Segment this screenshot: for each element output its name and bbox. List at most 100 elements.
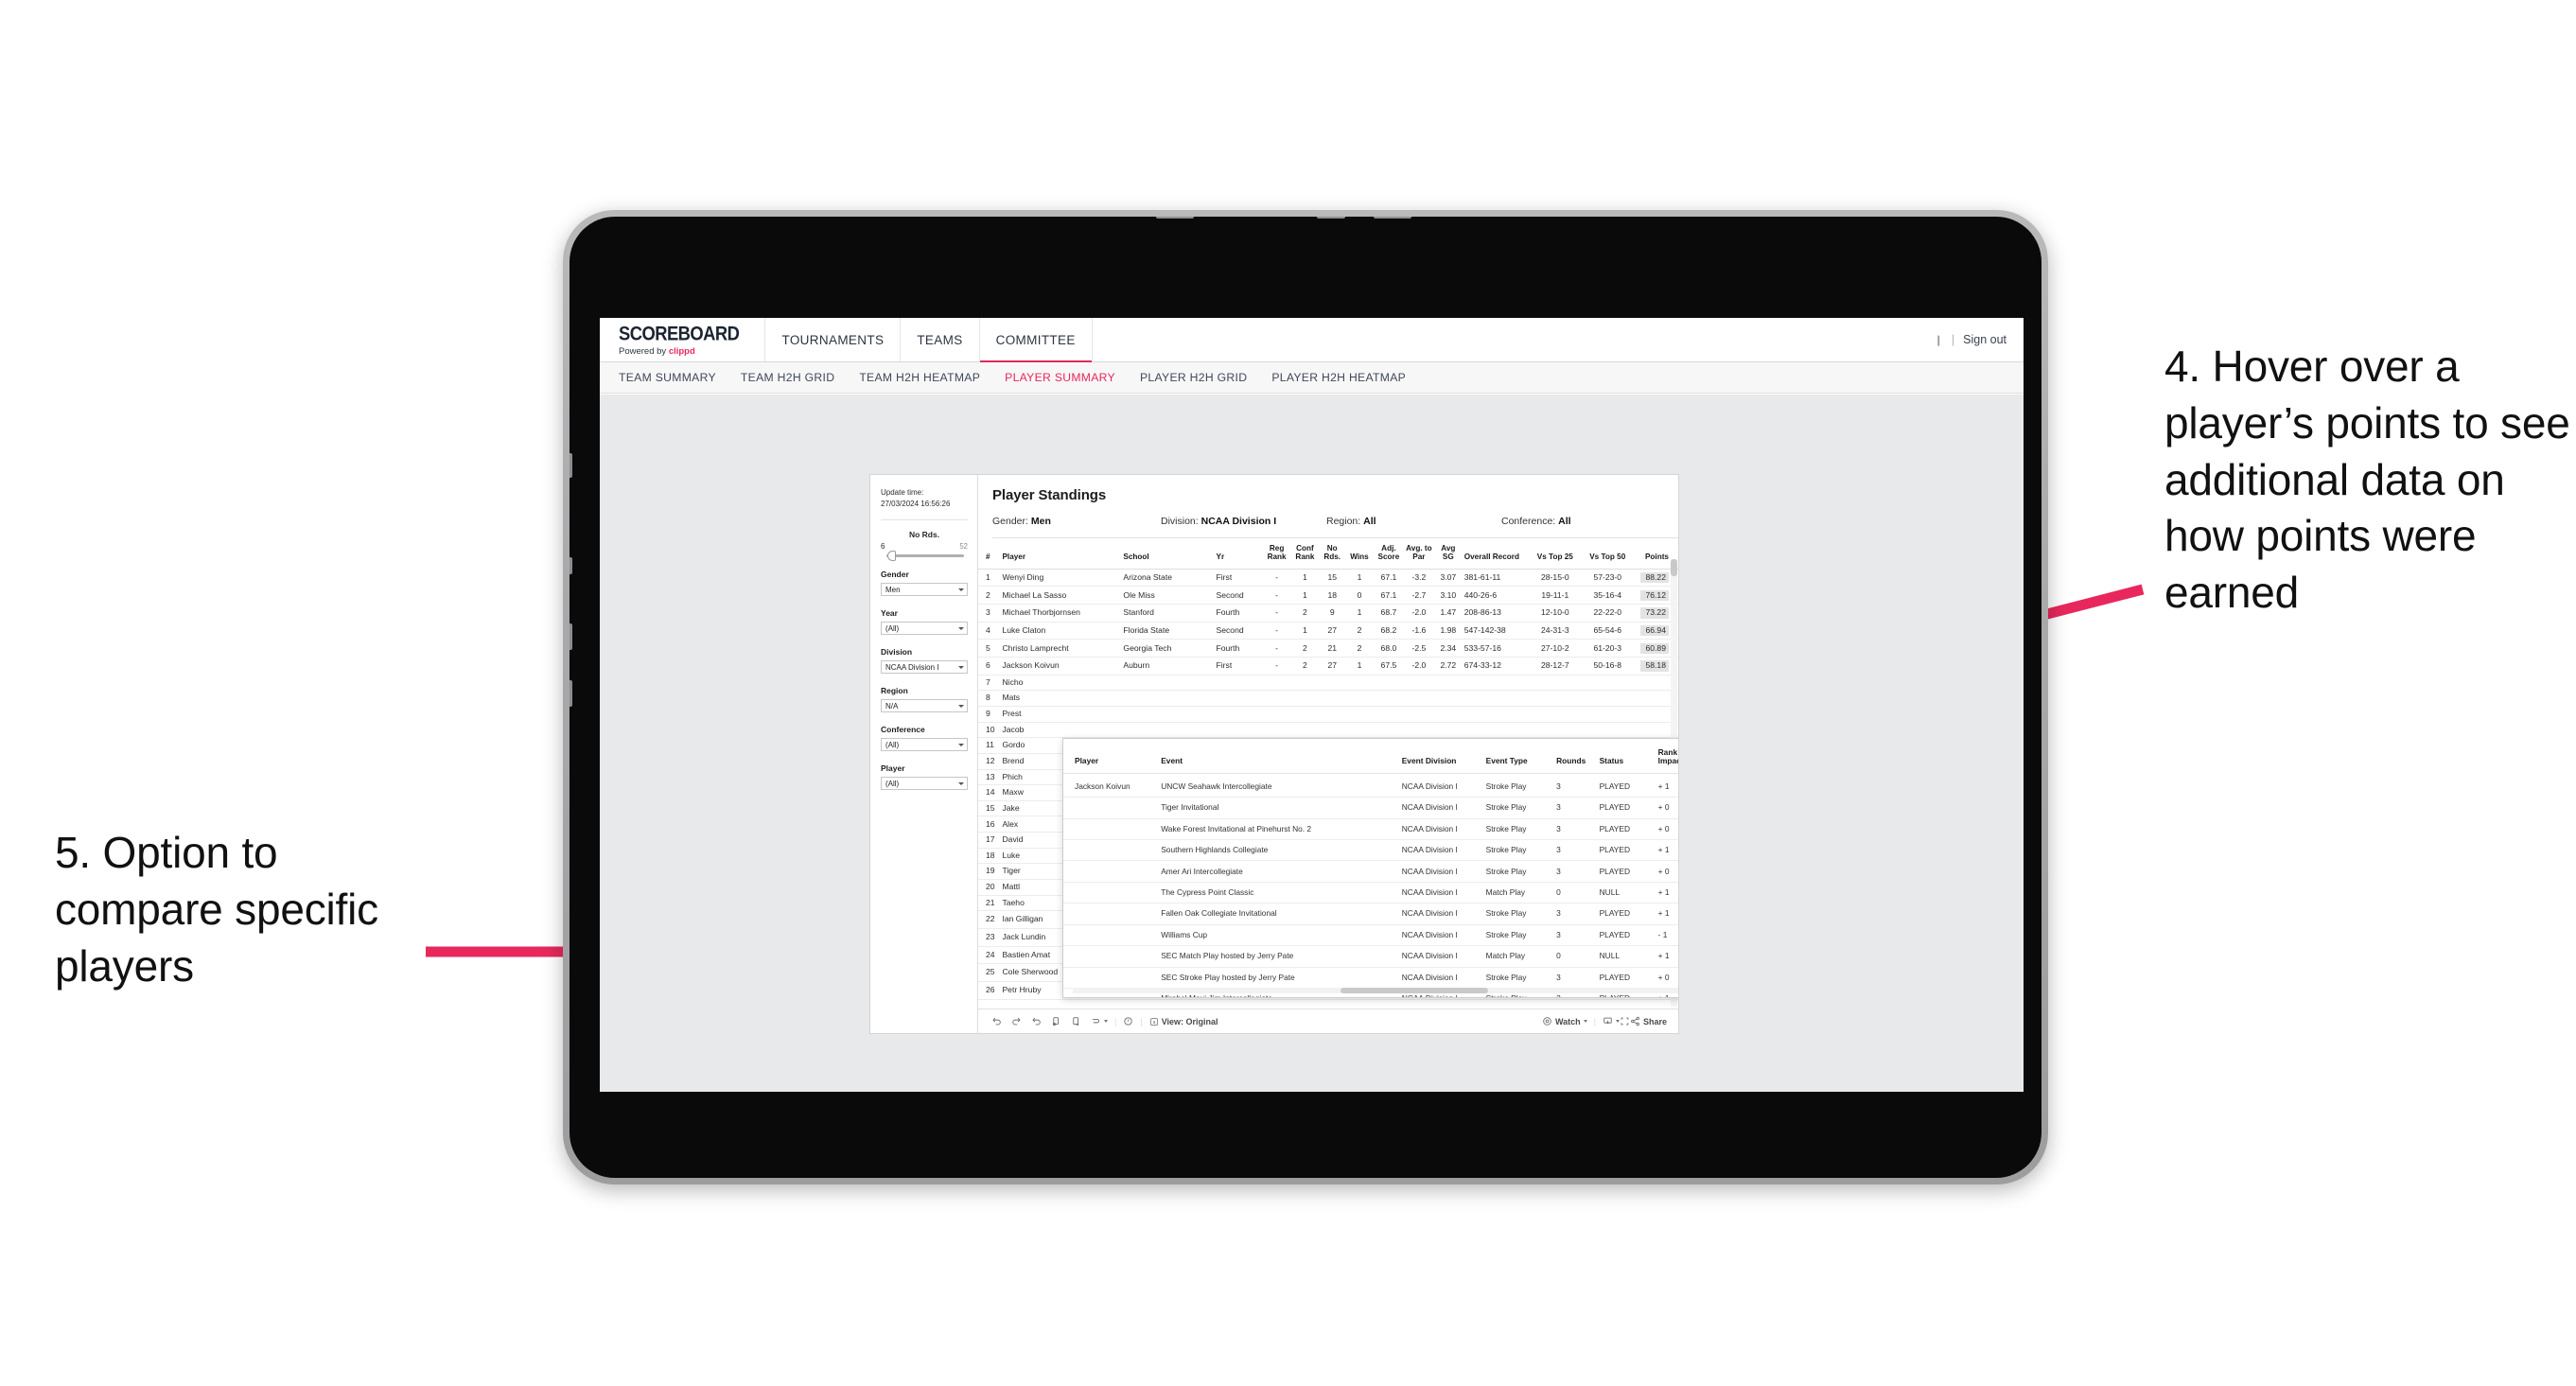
col-vs-top-50[interactable]: Vs Top 50 xyxy=(1581,538,1634,570)
tab-player-h2h-grid[interactable]: PLAYER H2H GRID xyxy=(1140,371,1247,384)
table-row[interactable]: 4 Luke Claton Florida State Second -1 27 2 68.2… xyxy=(978,622,1678,640)
col-school[interactable]: School xyxy=(1121,538,1215,570)
nav-item-teams[interactable]: TEAMS xyxy=(901,318,980,361)
cell-rank: 21 xyxy=(978,895,1001,912)
revert-icon[interactable] xyxy=(1031,1016,1042,1026)
filter-value-year: (All) xyxy=(885,623,900,633)
tip-cell-status: PLAYED xyxy=(1597,839,1656,862)
cell-no-rounds: 9 xyxy=(1319,604,1346,623)
tip-cell-rounds: 3 xyxy=(1554,773,1598,798)
col-avg-sg[interactable]: Avg SG xyxy=(1433,538,1463,570)
slider-track[interactable] xyxy=(886,551,964,562)
tab-team-h2h-heatmap[interactable]: TEAM H2H HEATMAP xyxy=(859,371,980,384)
tip-cell-impact: - 1 xyxy=(1656,924,1678,947)
fullscreen-button[interactable] xyxy=(1620,1016,1630,1026)
filter-select-region[interactable]: N/A xyxy=(881,699,968,713)
tip-cell-status: PLAYED xyxy=(1597,903,1656,925)
tab-player-summary[interactable]: PLAYER SUMMARY xyxy=(1005,371,1115,384)
points-value: 88.22 xyxy=(1640,571,1669,584)
table-row[interactable]: 6 Jackson Koivun Auburn First -2 27 1 67.5 -2.0 2… xyxy=(978,657,1678,675)
tab-player-h2h-heatmap[interactable]: PLAYER H2H HEATMAP xyxy=(1271,371,1406,384)
table-row[interactable]: 5 Christo Lamprecht Georgia Tech Fourth -2 21… xyxy=(978,639,1678,658)
tip-cell-type: Stroke Play xyxy=(1483,818,1555,840)
tip-col-event-type: Event Type xyxy=(1483,748,1555,774)
tip-cell-status: PLAYED xyxy=(1597,860,1656,883)
tip-cell-rounds: 0 xyxy=(1554,945,1598,968)
col-reg-rank[interactable]: Reg Rank xyxy=(1262,538,1291,570)
tip-cell-event: Tiger Invitational xyxy=(1155,797,1400,819)
tab-team-summary[interactable]: TEAM SUMMARY xyxy=(619,371,716,384)
refresh-icon[interactable] xyxy=(1051,1016,1061,1026)
tip-cell-player-blank xyxy=(1063,945,1156,968)
alert-icon[interactable] xyxy=(1123,1016,1133,1026)
svg-text:a: a xyxy=(1152,1019,1155,1025)
cell-player: Wenyi Ding xyxy=(1000,569,1122,588)
cell-avg-to-par: -1.6 xyxy=(1403,622,1434,640)
col-overall-record[interactable]: Overall Record xyxy=(1462,538,1530,570)
table-row[interactable]: 1 Wenyi Ding Arizona State First -1 15 1 67.1 -3… xyxy=(978,569,1678,588)
sign-out-link[interactable]: Sign out xyxy=(1963,333,2006,346)
share-button[interactable]: Share xyxy=(1630,1016,1667,1026)
scrollbar-thumb[interactable] xyxy=(1341,988,1488,993)
tooltip-row: SEC Match Play hosted by Jerry Pate NCAA … xyxy=(1063,945,1678,968)
undo-icon[interactable] xyxy=(991,1016,1002,1026)
filters-sidebar: Update time: 27/03/2024 16:56:26 No Rds.… xyxy=(870,475,978,1033)
filter-division: Division NCAA Division I xyxy=(881,647,968,675)
filter-select-gender[interactable]: Men xyxy=(881,583,968,597)
redo-icon[interactable] xyxy=(1011,1016,1022,1026)
cell-player: Michael Thorbjornsen xyxy=(1000,604,1122,623)
view-selector[interactable]: a View: Original xyxy=(1149,1017,1218,1026)
tip-cell-rounds: 3 xyxy=(1554,860,1598,883)
download-button[interactable] xyxy=(1603,1016,1620,1026)
filter-no-rounds-slider[interactable]: No Rds. 6 52 xyxy=(881,530,968,562)
table-header: # Player School Yr Reg Rank Conf Rank No… xyxy=(978,538,1678,570)
col-player[interactable]: Player xyxy=(1000,538,1122,570)
table-row[interactable]: 7 Nicho xyxy=(978,675,1678,692)
pause-updates-icon[interactable] xyxy=(1071,1016,1081,1026)
cell-rank: 3 xyxy=(978,604,1001,623)
col-rank[interactable]: # xyxy=(978,538,1001,570)
filter-value-region: N/A xyxy=(885,701,899,711)
points-value: 73.22 xyxy=(1640,607,1669,619)
filter-select-year[interactable]: (All) xyxy=(881,622,968,636)
col-conf-rank[interactable]: Conf Rank xyxy=(1290,538,1320,570)
filter-select-player[interactable]: (All) xyxy=(881,777,968,791)
cell-avg-sg: 3.07 xyxy=(1433,569,1463,588)
tip-cell-rounds: 3 xyxy=(1554,924,1598,947)
col-no-rounds[interactable]: No Rds. xyxy=(1319,538,1346,570)
scrollbar-thumb[interactable] xyxy=(1671,559,1677,576)
table-row[interactable]: 10 Jacob xyxy=(978,722,1678,739)
cell-rank: 6 xyxy=(978,657,1001,675)
app-logo[interactable]: SCOREBOARD Powered by clippd xyxy=(600,318,766,361)
col-vs-top-25[interactable]: Vs Top 25 xyxy=(1529,538,1582,570)
col-year[interactable]: Yr xyxy=(1214,538,1263,570)
tip-cell-event: Wake Forest Invitational at Pinehurst No… xyxy=(1155,818,1400,840)
table-row[interactable]: 2 Michael La Sasso Ole Miss Second -1 18 0 67.1… xyxy=(978,586,1678,605)
col-avg-to-par[interactable]: Avg. to Par xyxy=(1403,538,1434,570)
slider-thumb[interactable] xyxy=(887,551,896,562)
filter-player: Player (All) xyxy=(881,763,968,791)
custom-view-icon[interactable] xyxy=(1091,1016,1108,1026)
nav-item-tournaments[interactable]: TOURNAMENTS xyxy=(765,318,902,361)
nav-item-committee[interactable]: COMMITTEE xyxy=(979,318,1093,362)
col-wins[interactable]: Wins xyxy=(1345,538,1374,570)
col-adj-score[interactable]: Adj. Score xyxy=(1373,538,1404,570)
table-row[interactable]: 3 Michael Thorbjornsen Stanford Fourth -2 9 1 6… xyxy=(978,604,1678,623)
watch-button[interactable]: Watch xyxy=(1542,1016,1587,1026)
tab-team-h2h-grid[interactable]: TEAM H2H GRID xyxy=(741,371,834,384)
summary-conference-label: Conference: xyxy=(1501,516,1556,527)
cell-conf-rank: 1 xyxy=(1290,622,1320,640)
cell-vs-top-25: 27-10-2 xyxy=(1529,639,1582,658)
user-avatar-icon[interactable]: ❙ xyxy=(1935,334,1943,346)
table-row[interactable]: 9 Prest xyxy=(978,706,1678,723)
table-row[interactable]: 8 Mats xyxy=(978,690,1678,707)
tip-cell-status: PLAYED xyxy=(1597,818,1656,840)
active-filter-summary: Gender: Men Division: NCAA Division I Re… xyxy=(992,516,1678,538)
view-label: View: Original xyxy=(1161,1016,1218,1026)
filter-select-conference[interactable]: (All) xyxy=(881,738,968,752)
filter-select-division[interactable]: NCAA Division I xyxy=(881,660,968,675)
tip-cell-event: Williams Cup xyxy=(1155,924,1400,947)
tooltip-row: The Cypress Point Classic NCAA Division I… xyxy=(1063,882,1678,904)
tip-cell-impact: + 1 xyxy=(1656,773,1678,798)
tooltip-horizontal-scrollbar[interactable] xyxy=(1073,988,1678,993)
